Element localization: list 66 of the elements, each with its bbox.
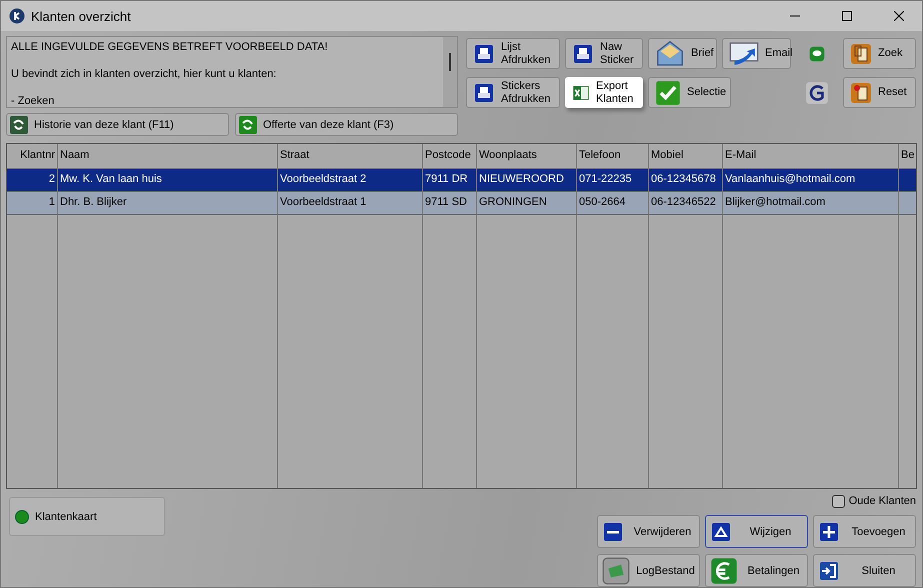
table-cell [899,169,916,192]
table-cell: 071-22235 [577,169,649,192]
maximize-icon [842,11,852,21]
g-letter-icon [805,80,829,104]
table-cell [899,192,916,215]
toolbar-button[interactable]: Zoek [843,38,916,69]
table-cell: Dhr. B. Blijker [58,192,278,215]
memo-text: U bevindt zich in klanten overzicht, hier kunt u klanten: [11,67,278,81]
status-dot-icon [15,510,29,524]
table-cell: Mw. K. Van laan huis [58,169,278,192]
toolbar-button[interactable]: Naw Sticker [565,38,643,69]
table-cell: 1 [7,192,58,215]
action-button[interactable]: Wijzigen [705,515,808,548]
checkbox[interactable] [832,494,845,508]
table-cell: 06-12345678 [649,169,723,192]
table-cell: Vanlaanhuis@hotmail.com [723,169,899,192]
checkmark-icon [655,80,681,106]
minimize-icon [790,15,800,17]
plus-icon [818,520,840,542]
minus-icon [602,520,624,542]
envelope-icon [655,38,685,68]
refresh-icon [10,116,28,134]
table-cell: GRONINGEN [477,192,577,215]
table-cell: Blijker@hotmail.com [723,192,899,215]
clipboard-icon [850,42,872,64]
table-cell: 2 [7,169,58,192]
info-memo[interactable]: ALLE INGEVULDE GEGEVENS BETREFT VOORBEELD DATA! U bevindt zich in klanten overzicht, hier kunt u klanten: - Zoeken [6,36,458,108]
toolbar-button[interactable]: Lijst Afdrukken [466,38,560,69]
action-button[interactable]: Sluiten [813,554,916,587]
refresh-icon [239,116,257,134]
history-button[interactable]: Offerte van deze klant (F3) [235,113,458,136]
table-cell: 7911 DR [423,169,477,192]
memo-text: ALLE INGEVULDE GEGEVENS BETREFT VOORBEELD DATA! [11,40,329,54]
table-cell: 06-12346522 [649,192,723,215]
action-button[interactable]: LogBestand [597,554,700,587]
toolbar-button[interactable]: Brief [648,38,717,69]
app-logo-icon [9,8,25,24]
table-cell: NIEUWEROORD [477,169,577,192]
action-button[interactable]: Betalingen [705,554,808,587]
chat-icon [809,46,825,62]
exit-icon [818,560,840,582]
memo-text: - Zoeken [11,94,56,107]
scrollbar[interactable] [443,37,457,107]
toolbar-button[interactable]: Stickers Afdrukken [466,77,560,108]
toolbar-button[interactable]: Email [722,38,791,69]
euro-icon [710,556,738,584]
action-button[interactable]: Toevoegen [813,515,916,548]
action-button[interactable]: Verwijderen [597,515,700,548]
toolbar-button[interactable]: Reset [843,77,916,108]
old-customers-checkbox[interactable]: Oude Klanten [832,494,916,508]
printer-icon [572,42,594,64]
printer-icon [473,42,495,64]
table-cell: 9711 SD [423,192,477,215]
history-button[interactable]: Historie van deze klant (F11) [6,113,229,136]
checkbox-label: Oude Klanten [848,495,916,507]
printer-icon [473,82,495,104]
clipboard-icon [850,82,872,104]
toolbar-button[interactable]: Export Klanten [565,77,643,108]
spreadsheet-icon [572,84,590,102]
table-cell: 050-2664 [577,192,649,215]
table-cell: Voorbeeldstraat 1 [278,192,423,215]
customer-card-button[interactable]: Klantenkaart [9,497,165,536]
table-cell: Voorbeeldstraat 2 [278,169,423,192]
toolbar-button[interactable]: Selectie [648,77,731,108]
close-icon [894,11,904,21]
window-title: Klanten overzicht [31,8,132,24]
